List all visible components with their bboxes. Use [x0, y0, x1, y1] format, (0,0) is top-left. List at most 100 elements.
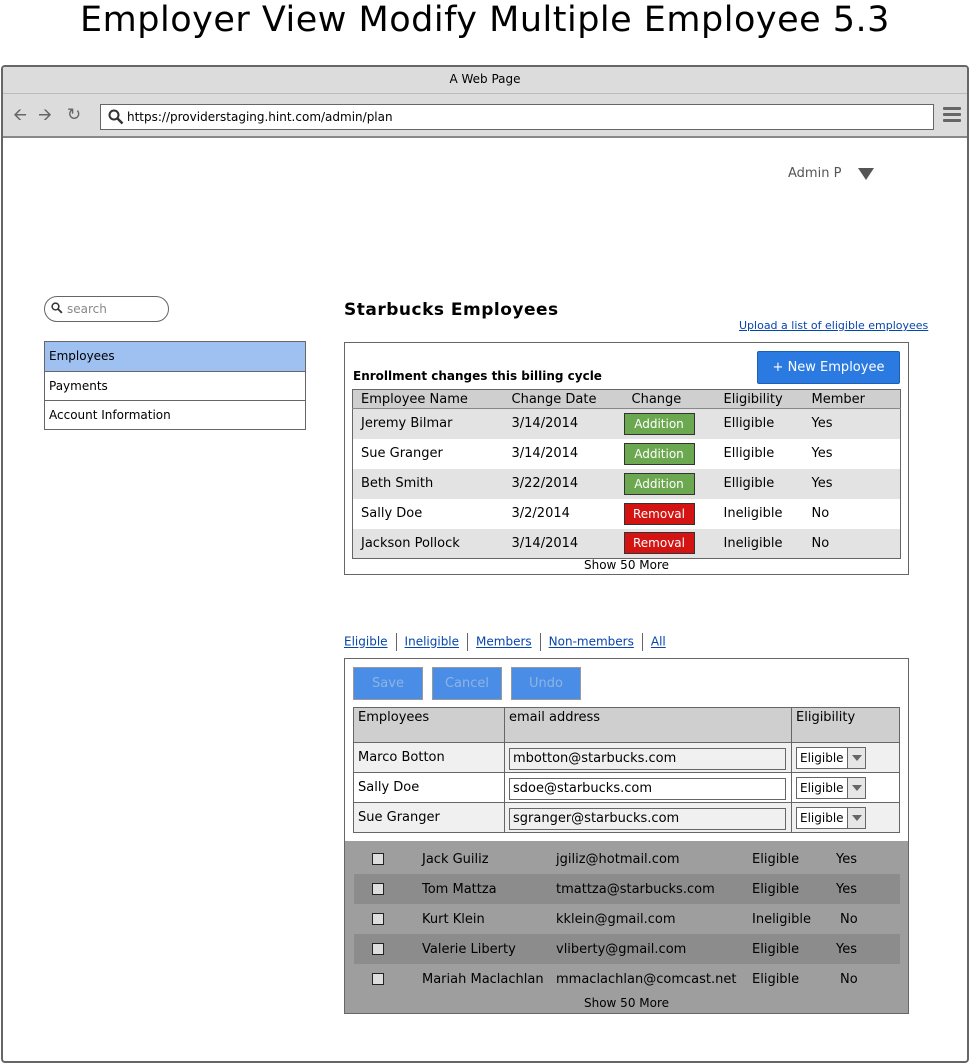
list-item[interactable]: Valerie Liberty vliberty@gmail.com Eligi…: [354, 934, 900, 964]
list-item[interactable]: Kurt Klein kklein@gmail.com Ineligible N…: [354, 904, 900, 934]
member-status: Yes: [811, 446, 833, 461]
enrollment-heading: Enrollment changes this billing cycle: [353, 369, 602, 383]
eligibility: Ineligible: [723, 506, 783, 521]
member-status: No: [803, 528, 901, 559]
chevron-down-icon[interactable]: [858, 168, 874, 180]
employee-name: Kurt Klein: [422, 911, 485, 927]
eligibility-select-value: Eligible: [800, 780, 844, 795]
browser-toolbar: 🡨 🡪 ↻ https://providerstaging.hint.com/a…: [3, 94, 967, 138]
eligibility: Ineligible: [715, 528, 804, 559]
eligibility: Eligible: [752, 851, 800, 867]
email-field[interactable]: sdoe@starbucks.com: [509, 778, 786, 800]
eligibility: Eligible: [752, 934, 836, 964]
enrollment-panel: Enrollment changes this billing cycle + …: [344, 342, 909, 575]
show-more-link[interactable]: Show 50 More: [345, 996, 908, 1010]
column-header: Change: [623, 389, 716, 409]
employee-name: Sally Doe: [353, 772, 505, 803]
search-placeholder: search: [67, 302, 107, 316]
eligibility: Elligible: [715, 408, 804, 439]
table-row[interactable]: Sally Doe 3/2/2014 Removal Ineligible No: [353, 499, 901, 529]
section-title: Starbucks Employees: [344, 300, 559, 320]
filter-all[interactable]: All: [651, 635, 666, 649]
row-checkbox[interactable]: [372, 853, 384, 865]
column-header: Employee Name: [352, 389, 504, 409]
eligibility: Ineligible: [752, 911, 812, 927]
column-header: Change Date: [503, 389, 624, 409]
table-row[interactable]: Beth Smith 3/22/2014 Addition Elligible …: [352, 468, 901, 499]
reload-icon[interactable]: ↻: [65, 106, 83, 124]
member-status: No: [840, 911, 858, 927]
eligibility-select-value: Eligible: [800, 750, 844, 765]
save-button[interactable]: Save: [353, 667, 423, 700]
member-status: Yes: [803, 468, 901, 499]
employee-name: Jack Guiliz: [422, 851, 489, 867]
employee-name: Jeremy Bilmar: [352, 408, 504, 439]
new-employee-button[interactable]: + New Employee: [757, 351, 900, 384]
member-status: Yes: [803, 408, 901, 439]
table-row[interactable]: Marco Botton mbotton@starbucks.com Eligi…: [353, 742, 900, 773]
employee-name: Beth Smith: [352, 468, 504, 499]
column-header: Eligibility: [715, 389, 804, 409]
filter-non-members[interactable]: Non-members: [549, 635, 634, 649]
row-checkbox[interactable]: [372, 913, 384, 925]
employee-list-table: Jack Guiliz jgiliz@hotmail.com Eligible …: [354, 844, 900, 994]
member-status: No: [811, 506, 830, 521]
change-date: 3/22/2014: [503, 468, 624, 499]
sidebar-item-account-information[interactable]: Account Information: [45, 400, 305, 429]
email-field[interactable]: sgranger@starbucks.com: [509, 808, 786, 830]
enrollment-table: Employee Name Change Date Change Eligibi…: [352, 389, 901, 559]
hamburger-menu-icon[interactable]: [943, 107, 961, 123]
eligibility-select[interactable]: Eligible: [796, 746, 866, 769]
chevron-down-icon[interactable]: [847, 777, 865, 798]
employee-email: vliberty@gmail.com: [556, 934, 752, 964]
filter-tabs: Eligible Ineligible Members Non-members All: [344, 633, 666, 651]
employee-name: Sally Doe: [361, 506, 423, 521]
row-checkbox[interactable]: [372, 943, 384, 955]
table-row[interactable]: Jackson Pollock 3/14/2014 Removal Inelig…: [352, 528, 901, 559]
filter-ineligible[interactable]: Ineligible: [405, 635, 459, 649]
member-status: Yes: [836, 934, 900, 964]
employee-email: jgiliz@hotmail.com: [556, 851, 680, 867]
employee-name: Tom Mattza: [422, 874, 556, 904]
sidebar-item-payments[interactable]: Payments: [45, 371, 305, 400]
addition-badge: Addition: [623, 412, 695, 435]
table-row[interactable]: Sue Granger sgranger@starbucks.com Eligi…: [353, 802, 900, 833]
column-header: email address: [504, 707, 792, 743]
url-bar[interactable]: https://providerstaging.hint.com/admin/p…: [100, 104, 934, 130]
filter-eligible[interactable]: Eligible: [344, 635, 388, 649]
removal-badge: Removal: [623, 532, 695, 555]
row-checkbox[interactable]: [372, 973, 384, 985]
member-status: Yes: [836, 874, 900, 904]
list-item[interactable]: Jack Guiliz jgiliz@hotmail.com Eligible …: [354, 844, 900, 874]
show-more-link[interactable]: Show 50 More: [345, 558, 908, 572]
undo-button[interactable]: Undo: [511, 667, 581, 700]
search-icon: [108, 109, 124, 125]
row-checkbox[interactable]: [372, 883, 384, 895]
upload-eligible-link[interactable]: Upload a list of eligible employees: [739, 319, 928, 332]
filter-members[interactable]: Members: [476, 635, 532, 649]
url-text: https://providerstaging.hint.com/admin/p…: [127, 110, 393, 124]
sidebar-item-employees[interactable]: Employees: [45, 342, 305, 371]
table-row[interactable]: Jeremy Bilmar 3/14/2014 Addition Elligib…: [352, 408, 901, 439]
admin-user-name[interactable]: Admin P: [788, 166, 841, 181]
chevron-down-icon[interactable]: [847, 747, 865, 768]
table-row[interactable]: Sally Doe sdoe@starbucks.com Eligible: [353, 772, 900, 803]
list-item[interactable]: Mariah Maclachlan mmaclachlan@comcast.ne…: [354, 964, 900, 994]
employee-name: Valerie Liberty: [422, 934, 556, 964]
sidebar-nav: Employees Payments Account Information: [44, 341, 306, 430]
chevron-down-icon[interactable]: [847, 807, 865, 828]
change-date: 3/14/2014: [511, 446, 579, 461]
eligibility-select[interactable]: Eligible: [796, 806, 866, 829]
search-icon: [51, 302, 63, 314]
back-arrow-icon[interactable]: 🡨: [11, 106, 29, 124]
change-date: 3/14/2014: [503, 528, 624, 559]
list-item[interactable]: Tom Mattza tmattza@starbucks.com Eligibl…: [354, 874, 900, 904]
table-row[interactable]: Sue Granger 3/14/2014 Addition Elligible…: [353, 439, 901, 469]
search-input[interactable]: search: [44, 296, 169, 322]
employee-name: Sue Granger: [361, 446, 443, 461]
forward-arrow-icon[interactable]: 🡪: [36, 106, 54, 124]
email-field[interactable]: mbotton@starbucks.com: [509, 748, 786, 770]
page-title: Employer View Modify Multiple Employee 5…: [80, 0, 890, 40]
cancel-button[interactable]: Cancel: [432, 667, 502, 700]
eligibility-select[interactable]: Eligible: [796, 776, 866, 799]
